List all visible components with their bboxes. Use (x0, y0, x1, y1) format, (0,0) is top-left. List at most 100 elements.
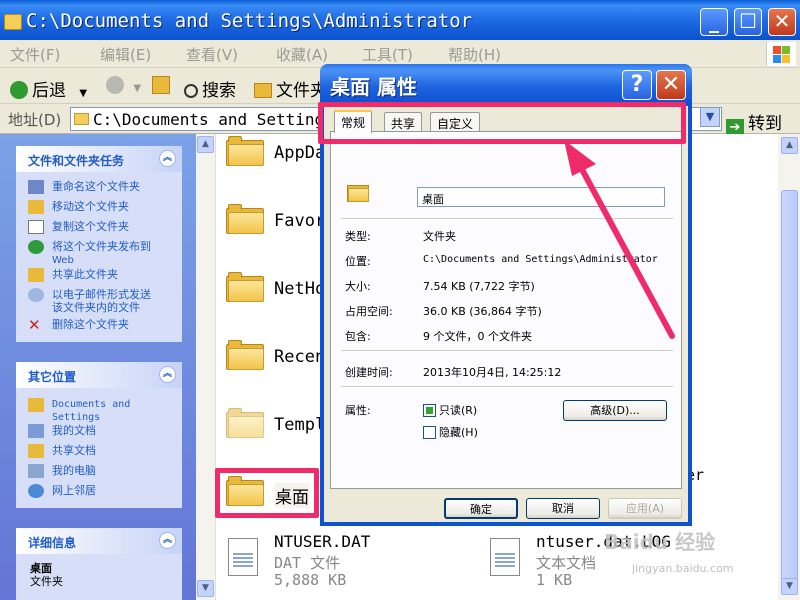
folder-icon (4, 14, 22, 30)
place-my-computer[interactable]: 我的电脑 (16, 464, 182, 484)
contains-value: 9 个文件，0 个文件夹 (423, 330, 532, 343)
task-pane: 文件和文件夹任务 ︽ 重命名这个文件夹 移动这个文件夹 复制这个文件夹 将这个文… (0, 134, 196, 600)
file-tasks-title: 文件和文件夹任务 (28, 154, 125, 168)
task-email[interactable]: 以电子邮件形式发送 该文件夹内的文件 (16, 288, 182, 318)
details-header[interactable]: 详细信息 ︽ (16, 528, 182, 554)
task-delete[interactable]: ✕ 删除这个文件夹 (16, 318, 182, 338)
task-label: 复制这个文件夹 (52, 220, 129, 233)
search-icon (184, 84, 198, 98)
place-my-documents[interactable]: 我的文档 (16, 424, 182, 444)
folder-icon (28, 398, 44, 412)
task-label: 共享此文件夹 (52, 268, 118, 281)
chevron-down-icon[interactable]: ▼ (133, 83, 141, 94)
task-label: 以电子邮件形式发送 (52, 288, 151, 301)
minimize-button[interactable]: _ (700, 8, 728, 36)
task-share[interactable]: 共享此文件夹 (16, 268, 182, 288)
folder-name: AppDa (274, 143, 326, 163)
folder-name-input[interactable]: 桌面 (417, 187, 665, 207)
task-copy[interactable]: 复制这个文件夹 (16, 220, 182, 240)
network-icon (28, 484, 44, 498)
collapse-icon[interactable]: ︽ (159, 366, 176, 383)
scroll-down-icon[interactable]: ▼ (197, 580, 214, 597)
dialog-title-bar[interactable]: 桌面 属性 ? ✕ (320, 64, 692, 106)
help-button[interactable]: ? (622, 70, 652, 100)
folder-name: Templ (274, 415, 326, 435)
task-rename[interactable]: 重命名这个文件夹 (16, 180, 182, 200)
readonly-label: 只读(R) (439, 404, 478, 417)
location-value: C:\Documents and Settings\Administrator (423, 254, 658, 265)
menu-tools[interactable]: 工具(T) (362, 44, 413, 65)
other-places-header[interactable]: 其它位置 ︽ (16, 362, 182, 388)
dialog-body: 常规 共享 自定义 桌面 类型: 文件夹 位置: C:\Documents an… (324, 106, 688, 522)
scroll-up-icon[interactable]: ▲ (197, 136, 214, 153)
file-tasks-header[interactable]: 文件和文件夹任务 ︽ (16, 146, 182, 172)
move-icon (28, 200, 44, 214)
hidden-label: 隐藏(H) (439, 426, 478, 439)
task-label-web: Web (52, 255, 74, 266)
back-button[interactable]: 后退 ▼ (10, 76, 87, 101)
scroll-down-icon[interactable]: ▼ (781, 578, 798, 595)
my-computer-icon (28, 464, 44, 478)
hidden-checkbox[interactable]: 隐藏(H) (423, 424, 478, 440)
scroll-up-icon[interactable]: ▲ (781, 137, 798, 154)
place-label: 网上邻居 (52, 484, 96, 497)
advanced-button[interactable]: 高级(D)... (563, 400, 667, 421)
menu-favorites[interactable]: 收藏(A) (276, 44, 328, 65)
created-label: 创建时间: (345, 366, 393, 379)
task-move[interactable]: 移动这个文件夹 (16, 200, 182, 220)
dialog-close-button[interactable]: ✕ (656, 70, 686, 100)
task-label: 将这个文件夹发布到 (52, 240, 151, 253)
go-button[interactable]: ➔ 转到 (726, 109, 782, 137)
collapse-icon[interactable]: ︽ (159, 150, 176, 167)
separator (341, 350, 673, 351)
shared-documents-icon (28, 444, 44, 458)
attributes-label: 属性: (345, 404, 371, 417)
folder-icon (226, 204, 264, 234)
ok-button[interactable]: 确定 (444, 498, 518, 519)
left-scrollbar[interactable]: ▲ ▼ (196, 134, 216, 600)
email-icon (28, 288, 44, 302)
close-button[interactable]: ✕ (768, 8, 796, 36)
folder-icon (226, 136, 264, 166)
disk-size-value: 36.0 KB (36,864 字节) (423, 305, 542, 318)
delete-icon: ✕ (28, 316, 41, 334)
file-size: 1 KB (536, 571, 573, 589)
tab-general[interactable]: 常规 (334, 110, 373, 133)
file-size: 5,888 KB (274, 571, 347, 589)
place-network[interactable]: 网上邻居 (16, 484, 182, 504)
other-places-panel: 其它位置 ︽ Documents and Settings 我的文档 共享文档 (16, 362, 182, 508)
dat-file-icon (228, 538, 258, 576)
file-name: NTUSER.DAT (274, 532, 371, 551)
collapse-icon[interactable]: ︽ (159, 532, 176, 549)
chevron-down-icon[interactable]: ▼ (79, 88, 87, 99)
place-shared-documents[interactable]: 共享文档 (16, 444, 182, 464)
maximize-button[interactable]: ☐ (734, 8, 762, 36)
menu-file[interactable]: 文件(F) (10, 44, 60, 65)
folders-button[interactable]: 文件夹 (254, 76, 327, 101)
up-folder-button[interactable] (152, 76, 170, 96)
menu-view[interactable]: 查看(V) (186, 44, 238, 65)
cancel-button[interactable]: 取消 (526, 498, 600, 519)
address-dropdown-button[interactable]: ▼ (700, 107, 720, 127)
place-documents-and-settings[interactable]: Documents and Settings (16, 398, 182, 424)
apply-button[interactable]: 应用(A) (608, 498, 682, 519)
scrollbar-thumb[interactable] (781, 190, 798, 586)
other-places-title: 其它位置 (28, 370, 77, 384)
details-panel: 详细信息 ︽ 桌面 文件夹 (16, 528, 182, 600)
highlight-box-tabs (318, 102, 686, 144)
task-label: 删除这个文件夹 (52, 318, 129, 331)
file-tasks-panel: 文件和文件夹任务 ︽ 重命名这个文件夹 移动这个文件夹 复制这个文件夹 将这个文… (16, 146, 182, 342)
readonly-checkbox[interactable]: 只读(R) (423, 402, 477, 418)
menu-edit[interactable]: 编辑(E) (100, 44, 151, 65)
forward-button[interactable]: ▼ (106, 76, 141, 96)
menu-help[interactable]: 帮助(H) (448, 44, 501, 65)
up-folder-icon (152, 76, 170, 94)
folder-icon (347, 182, 369, 202)
folder-name: Favor (274, 211, 326, 231)
back-label: 后退 (32, 81, 66, 101)
go-label: 转到 (748, 114, 782, 134)
task-publish-web[interactable]: 将这个文件夹发布到 Web (16, 240, 182, 268)
search-button[interactable]: 搜索 (184, 76, 236, 101)
task-label: 移动这个文件夹 (52, 200, 129, 213)
forward-arrow-icon (106, 76, 124, 94)
